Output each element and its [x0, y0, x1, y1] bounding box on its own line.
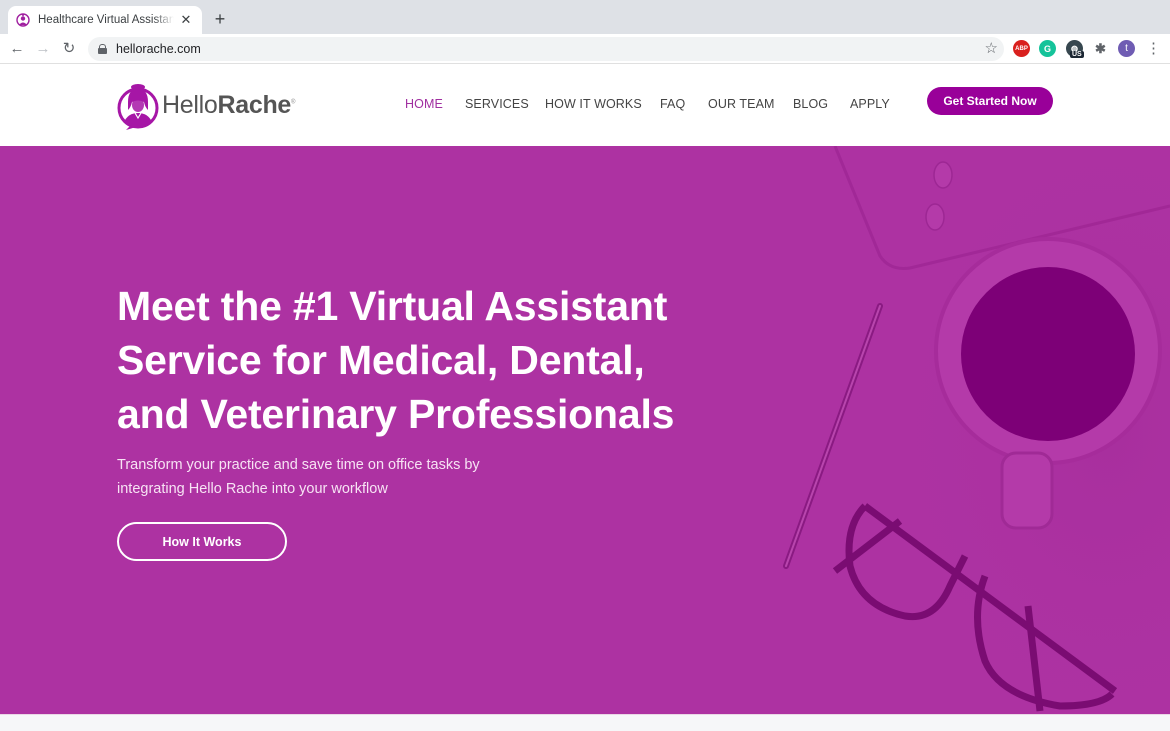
nav-services[interactable]: SERVICES	[465, 97, 529, 111]
hero-title-line: Service for Medical, Dental,	[117, 337, 645, 383]
browser-tab-bar: Healthcare Virtual Assistants F ✕ +	[0, 0, 1170, 34]
hero-subtitle-line: integrating Hello Rache into your workfl…	[117, 481, 388, 497]
hellorache-favicon-icon	[16, 13, 30, 27]
cup-handle	[1000, 451, 1054, 530]
next-section	[0, 714, 1170, 731]
hero-title: Meet the #1 Virtual Assistant Service fo…	[117, 279, 757, 441]
new-tab-button[interactable]: +	[210, 8, 230, 30]
brand-name: HelloRache®	[162, 91, 295, 120]
bookmark-star-icon[interactable]: ☆	[985, 39, 998, 57]
adblock-plus-icon[interactable]: ABP	[1013, 40, 1030, 57]
hero-title-line: Meet the #1 Virtual Assistant	[117, 283, 668, 329]
nav-how-it-works[interactable]: HOW IT WORKS	[545, 97, 642, 111]
hero-subtitle: Transform your practice and save time on…	[117, 453, 517, 501]
nurse-avatar-logo-icon	[117, 84, 159, 130]
get-started-button[interactable]: Get Started Now	[927, 87, 1053, 115]
browser-tab[interactable]: Healthcare Virtual Assistants F ✕	[8, 6, 202, 34]
coffee	[961, 267, 1135, 441]
forward-icon[interactable]: →	[32, 38, 54, 60]
brand-name-bold: Rache	[217, 90, 292, 119]
hero-section: Meet the #1 Virtual Assistant Service fo…	[0, 146, 1170, 714]
back-icon[interactable]: ←	[6, 38, 28, 60]
extensions-puzzle-icon[interactable]: ✱	[1092, 40, 1109, 57]
lock-icon	[98, 44, 107, 54]
nav-home[interactable]: HOME	[405, 97, 443, 111]
grammarly-icon[interactable]: G	[1039, 40, 1056, 57]
how-it-works-button[interactable]: How It Works	[117, 522, 287, 561]
browser-toolbar: ← → ↻ hellorache.com ☆ ABP G ◍ US ✱ t ⋮	[0, 34, 1170, 64]
site-header: HelloRache® HOME SERVICES HOW IT WORKS F…	[0, 65, 1170, 146]
earbud	[933, 161, 953, 189]
hellorache-logo[interactable]: HelloRache®	[116, 80, 295, 130]
reload-icon[interactable]: ↻	[58, 38, 80, 60]
nav-apply[interactable]: APPLY	[850, 97, 890, 111]
trademark-mark: ®	[291, 99, 296, 106]
nav-faq[interactable]: FAQ	[660, 97, 685, 111]
tab-title: Healthcare Virtual Assistants F	[38, 14, 174, 26]
browser-menu-icon[interactable]: ⋮	[1146, 39, 1161, 59]
earbud	[925, 203, 945, 231]
nav-blog[interactable]: BLOG	[793, 97, 828, 111]
url-text[interactable]: hellorache.com	[116, 42, 201, 56]
nav-our-team[interactable]: OUR TEAM	[708, 97, 775, 111]
profile-avatar[interactable]: t	[1118, 40, 1135, 57]
close-tab-icon[interactable]: ✕	[178, 12, 194, 28]
brand-name-light: Hello	[162, 90, 218, 119]
hero-subtitle-line: Transform your practice and save time on…	[117, 457, 480, 473]
vpn-country-badge: US	[1070, 51, 1084, 58]
hero-title-line: and Veterinary Professionals	[117, 391, 675, 437]
address-bar[interactable]: hellorache.com ☆	[88, 37, 1004, 61]
